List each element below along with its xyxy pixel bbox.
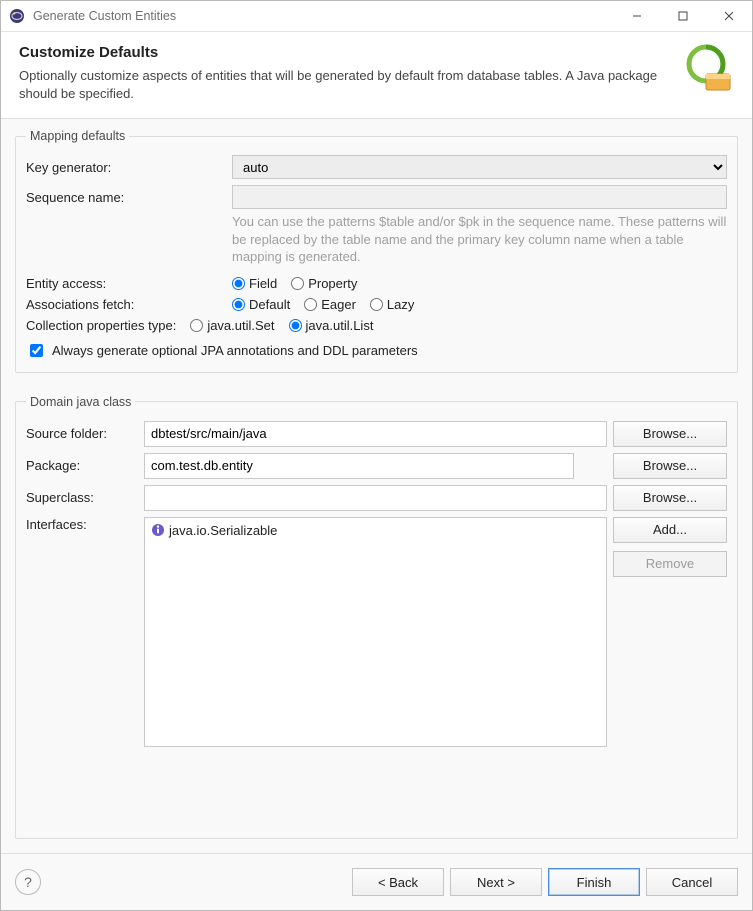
list-item[interactable]: java.io.Serializable [149, 522, 602, 539]
interface-icon [151, 523, 165, 537]
assoc-fetch-lazy-option[interactable]: Lazy [370, 297, 414, 312]
key-generator-select[interactable]: auto [232, 155, 727, 179]
collection-type-label: Collection properties type: [26, 318, 176, 333]
page-title: Customize Defaults [19, 44, 659, 61]
mapping-defaults-group: Mapping defaults Key generator: auto Seq… [15, 129, 738, 373]
interfaces-list[interactable]: java.io.Serializable [144, 517, 607, 747]
minimize-button[interactable] [614, 1, 660, 31]
assoc-fetch-eager-radio[interactable] [304, 298, 317, 311]
wizard-banner-icon [676, 44, 734, 97]
entity-access-label: Entity access: [26, 276, 226, 291]
wizard-window: { "window": { "title": "Generate Custom … [0, 0, 753, 911]
sequence-name-label: Sequence name: [26, 190, 226, 205]
sequence-name-help: You can use the patterns $table and/or $… [232, 213, 727, 266]
package-input[interactable] [144, 453, 574, 479]
assoc-fetch-eager-option[interactable]: Eager [304, 297, 356, 312]
remove-interface-button: Remove [613, 551, 727, 577]
source-folder-label: Source folder: [26, 426, 138, 441]
coll-type-list-option[interactable]: java.util.List [289, 318, 374, 333]
wizard-footer: ? < Back Next > Finish Cancel [1, 853, 752, 910]
interfaces-label: Interfaces: [26, 517, 138, 532]
back-button[interactable]: < Back [352, 868, 444, 896]
coll-type-list-radio[interactable] [289, 319, 302, 332]
assoc-fetch-default-radio[interactable] [232, 298, 245, 311]
cancel-button[interactable]: Cancel [646, 868, 738, 896]
mapping-defaults-legend: Mapping defaults [26, 129, 129, 143]
sequence-name-input [232, 185, 727, 209]
page-description: Optionally customize aspects of entities… [19, 67, 659, 102]
package-label: Package: [26, 458, 138, 473]
help-icon[interactable]: ? [15, 869, 41, 895]
entity-access-property-radio[interactable] [291, 277, 304, 290]
titlebar: Generate Custom Entities [1, 1, 752, 32]
close-button[interactable] [706, 1, 752, 31]
coll-type-set-option[interactable]: java.util.Set [190, 318, 274, 333]
superclass-input[interactable] [144, 485, 607, 511]
key-generator-label: Key generator: [26, 160, 226, 175]
assoc-fetch-lazy-radio[interactable] [370, 298, 383, 311]
entity-access-field-option[interactable]: Field [232, 276, 277, 291]
domain-java-class-group: Domain java class Source folder: Browse.… [15, 395, 738, 839]
always-generate-checkbox[interactable] [30, 344, 43, 357]
wizard-header: Customize Defaults Optionally customize … [1, 32, 752, 119]
coll-type-set-radio[interactable] [190, 319, 203, 332]
add-interface-button[interactable]: Add... [613, 517, 727, 543]
interface-name: java.io.Serializable [169, 523, 277, 538]
assoc-fetch-default-option[interactable]: Default [232, 297, 290, 312]
source-folder-browse-button[interactable]: Browse... [613, 421, 727, 447]
source-folder-input[interactable] [144, 421, 607, 447]
entity-access-field-radio[interactable] [232, 277, 245, 290]
window-title: Generate Custom Entities [33, 9, 614, 23]
eclipse-icon [9, 8, 25, 24]
always-generate-label: Always generate optional JPA annotations… [52, 343, 418, 358]
superclass-label: Superclass: [26, 490, 138, 505]
package-browse-button[interactable]: Browse... [613, 453, 727, 479]
associations-fetch-label: Associations fetch: [26, 297, 226, 312]
superclass-browse-button[interactable]: Browse... [613, 485, 727, 511]
next-button[interactable]: Next > [450, 868, 542, 896]
maximize-button[interactable] [660, 1, 706, 31]
finish-button[interactable]: Finish [548, 868, 640, 896]
domain-java-class-legend: Domain java class [26, 395, 135, 409]
entity-access-property-option[interactable]: Property [291, 276, 357, 291]
wizard-body: Mapping defaults Key generator: auto Seq… [1, 119, 752, 853]
